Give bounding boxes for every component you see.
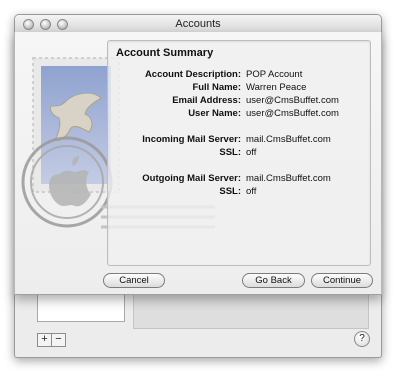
row-label: Email Address: [172, 95, 241, 106]
account-summary-sheet: Account Summary Account Description: POP… [14, 32, 382, 295]
row-value: mail.CmsBuffet.com [246, 173, 331, 184]
row-value: user@CmsBuffet.com [246, 108, 339, 119]
row-label: Full Name: [192, 82, 241, 93]
add-account-button[interactable]: + [37, 333, 52, 347]
row-label: SSL: [219, 186, 241, 197]
row-value: off [246, 147, 257, 158]
row-account-description: Account Description: POP Account [108, 69, 370, 81]
row-value: POP Account [246, 69, 303, 80]
continue-button[interactable]: Continue [311, 273, 373, 288]
row-value: Warren Peace [246, 82, 307, 93]
row-value: user@CmsBuffet.com [246, 95, 339, 106]
row-outgoing-server: Outgoing Mail Server: mail.CmsBuffet.com [108, 173, 370, 185]
window-title: Accounts [175, 18, 221, 30]
row-incoming-server: Incoming Mail Server: mail.CmsBuffet.com [108, 134, 370, 146]
go-back-button[interactable]: Go Back [242, 273, 305, 288]
row-label: SSL: [219, 147, 241, 158]
cancel-button[interactable]: Cancel [103, 273, 165, 288]
row-email-address: Email Address: user@CmsBuffet.com [108, 95, 370, 107]
row-full-name: Full Name: Warren Peace [108, 82, 370, 94]
row-user-name: User Name: user@CmsBuffet.com [108, 108, 370, 120]
summary-box: Account Summary Account Description: POP… [107, 40, 371, 266]
row-label: User Name: [188, 108, 241, 119]
row-outgoing-ssl: SSL: off [108, 186, 370, 198]
row-incoming-ssl: SSL: off [108, 147, 370, 159]
row-label: Outgoing Mail Server: [142, 173, 241, 184]
remove-account-button[interactable]: − [51, 333, 66, 347]
help-button[interactable]: ? [354, 331, 370, 347]
row-label: Account Description: [144, 69, 241, 80]
summary-title: Account Summary [116, 47, 214, 59]
row-value: mail.CmsBuffet.com [246, 134, 331, 145]
row-label: Incoming Mail Server: [142, 134, 241, 145]
row-value: off [246, 186, 257, 197]
